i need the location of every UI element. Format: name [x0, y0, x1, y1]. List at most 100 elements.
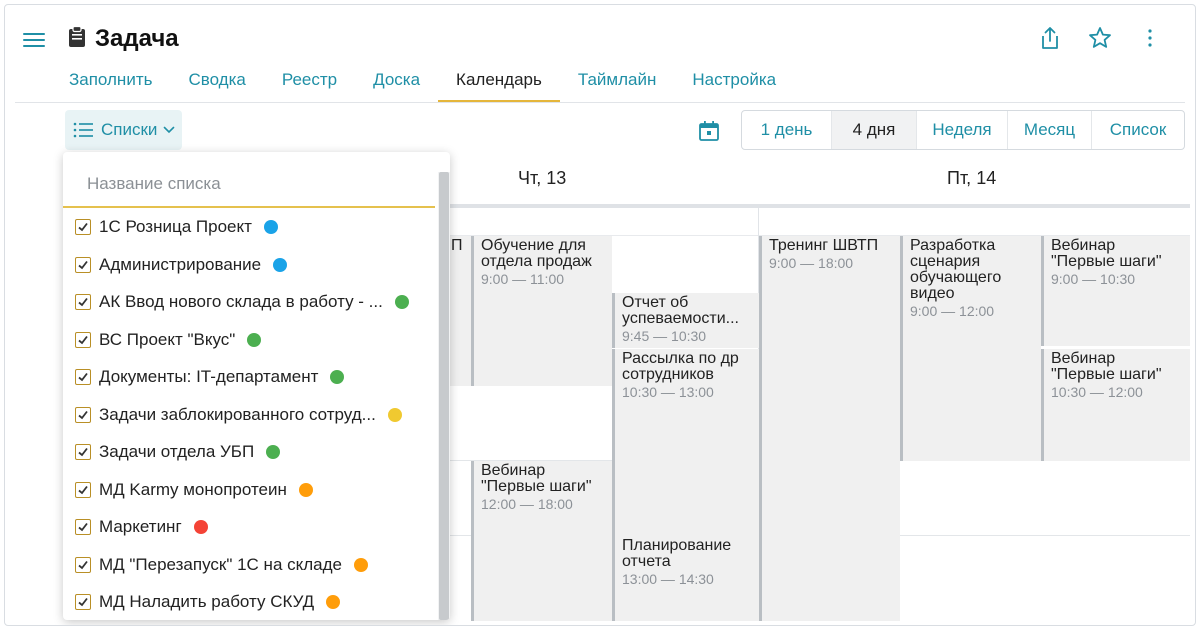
check-icon: [78, 560, 88, 570]
event-title: Вебинар "Первые шаги": [1051, 238, 1162, 270]
checkbox[interactable]: [75, 444, 91, 460]
calendar-event[interactable]: Вебинар "Первые шаги" 10:30 — 12:00: [1041, 349, 1190, 461]
star-icon[interactable]: [1087, 25, 1113, 51]
checkbox[interactable]: [75, 257, 91, 273]
tab-registry[interactable]: Реестр: [264, 67, 355, 101]
event-title: Планирование отчета: [622, 538, 732, 570]
calendar-event[interactable]: Вебинар "Первые шаги" 12:00 — 18:00: [471, 461, 612, 621]
page-title: Задача: [95, 25, 179, 52]
tab-timeline[interactable]: Таймлайн: [560, 67, 675, 101]
calendar-event[interactable]: Планирование отчета 13:00 — 14:30: [612, 536, 759, 621]
color-dot: [266, 445, 281, 459]
list-item[interactable]: МД "Перезапуск" 1С на складе: [75, 548, 430, 582]
tab-settings[interactable]: Настройка: [674, 67, 794, 101]
list-item-label: ВС Проект "Вкус": [99, 330, 236, 349]
calendar-event[interactable]: Разработка сценария обучающего видео 9:0…: [900, 236, 1041, 461]
calendar-event[interactable]: Вебинар "Первые шаги" 9:00 — 10:30: [1041, 236, 1190, 346]
list-item-label: Задачи отдела УБП: [99, 442, 255, 461]
checkbox[interactable]: [75, 557, 91, 573]
color-dot: [394, 295, 409, 309]
list-item[interactable]: Документы: IT-департамент: [75, 360, 430, 394]
checkbox[interactable]: [75, 294, 91, 310]
calendar-event[interactable]: Обучение для отдела продаж 9:00 — 11:00: [471, 236, 612, 386]
menu-icon[interactable]: [23, 31, 45, 49]
list-item-label: МД Наладить работу СКУД: [99, 592, 315, 611]
color-dot: [247, 333, 262, 347]
list-item-label: Администрирование: [99, 255, 262, 274]
list-item[interactable]: Маркетинг: [75, 510, 430, 544]
check-icon: [78, 597, 88, 607]
calendar-event[interactable]: Тренинг ШВТП 9:00 — 18:00: [759, 236, 900, 621]
color-dot: [326, 595, 341, 609]
lists-button[interactable]: Списки: [65, 110, 182, 150]
lists-button-label: Списки: [101, 120, 158, 139]
list-item-label: МД Karmy монопротеин: [99, 480, 287, 499]
event-time: 9:45 — 10:30: [622, 328, 707, 344]
list-name-search-input[interactable]: [63, 162, 435, 208]
checkbox[interactable]: [75, 594, 91, 610]
list-item[interactable]: Администрирование: [75, 248, 430, 282]
event-time: 9:00 — 11:00: [481, 271, 565, 287]
checkbox[interactable]: [75, 369, 91, 385]
day-header-thu: Чт, 13: [518, 168, 567, 188]
check-icon: [78, 335, 88, 345]
view-4-days-button[interactable]: 4 дня: [832, 111, 917, 149]
color-dot: [354, 558, 368, 572]
view-month-button[interactable]: Месяц: [1008, 111, 1092, 149]
check-icon: [78, 260, 88, 270]
checkbox[interactable]: [75, 407, 91, 423]
event-title: Вебинар "Первые шаги": [1051, 351, 1162, 383]
list-item-label: МД "Перезапуск" 1С на складе: [99, 555, 342, 574]
calendar-event[interactable]: Отчет об успеваемости... 9:45 — 10:30: [612, 293, 759, 348]
check-icon: [78, 522, 88, 532]
color-dot: [387, 408, 402, 422]
view-1-day-button[interactable]: 1 день: [742, 111, 832, 149]
list-item[interactable]: МД Наладить работу СКУД: [75, 585, 430, 619]
color-dot: [298, 483, 313, 497]
event-title: Отчет об успеваемости...: [622, 295, 739, 327]
tab-summary[interactable]: Сводка: [170, 67, 263, 101]
view-switcher: 1 день 4 дня Неделя Месяц Список: [741, 110, 1185, 150]
list-item[interactable]: АК Ввод нового склада в работу - ...: [75, 285, 430, 319]
tab-calendar[interactable]: Календарь: [438, 67, 560, 102]
view-week-button[interactable]: Неделя: [917, 111, 1008, 149]
event-title: Обучение для отдела продаж: [481, 238, 592, 270]
list-icon: [73, 122, 93, 138]
list-item[interactable]: Задачи отдела УБП: [75, 435, 430, 469]
tab-board[interactable]: Доска: [355, 67, 438, 101]
calendar-event[interactable]: Рассылка по др сотрудников 10:30 — 13:00: [612, 349, 759, 536]
event-title: П: [451, 238, 463, 254]
app-window: Задача Заполнить Сводка Реестр Доска Кал…: [4, 4, 1196, 626]
event-title: Тренинг ШВТП: [769, 238, 879, 254]
lists-dropdown: 1С Розница Проект Администрирование АК В…: [63, 152, 450, 620]
event-title: Разработка сценария обучающего видео: [910, 238, 1002, 302]
color-dot: [193, 520, 208, 534]
share-icon[interactable]: [1037, 25, 1063, 51]
tab-fill[interactable]: Заполнить: [51, 67, 170, 101]
dropdown-scrollbar-thumb[interactable]: [439, 172, 449, 620]
list-item-label: Документы: IT-департамент: [99, 367, 319, 386]
event-time: 9:00 — 18:00: [769, 255, 854, 271]
tab-bar: Заполнить Сводка Реестр Доска Календарь …: [51, 67, 794, 103]
calendar-today-icon[interactable]: [698, 120, 720, 142]
day-header-fri: Пт, 14: [947, 168, 997, 188]
event-time: 9:00 — 12:00: [910, 303, 995, 319]
checkbox[interactable]: [75, 519, 91, 535]
color-dot: [330, 370, 345, 384]
list-item[interactable]: 1С Розница Проект: [75, 210, 430, 244]
checkbox[interactable]: [75, 219, 91, 235]
check-icon: [78, 485, 88, 495]
checkbox[interactable]: [75, 332, 91, 348]
event-time: 13:00 — 14:30: [622, 571, 714, 587]
view-list-button[interactable]: Список: [1092, 111, 1184, 149]
list-item[interactable]: Задачи заблокированного сотруд...: [75, 398, 430, 432]
list-item-label: 1С Розница Проект: [99, 217, 252, 236]
checkbox[interactable]: [75, 482, 91, 498]
color-dot: [263, 220, 278, 234]
all-day-row[interactable]: [445, 208, 1190, 236]
more-vert-icon[interactable]: [1137, 25, 1163, 51]
event-time: 10:30 — 13:00: [622, 384, 714, 400]
list-item[interactable]: ВС Проект "Вкус": [75, 323, 430, 357]
list-item[interactable]: МД Karmy монопротеин: [75, 473, 430, 507]
check-icon: [78, 410, 88, 420]
